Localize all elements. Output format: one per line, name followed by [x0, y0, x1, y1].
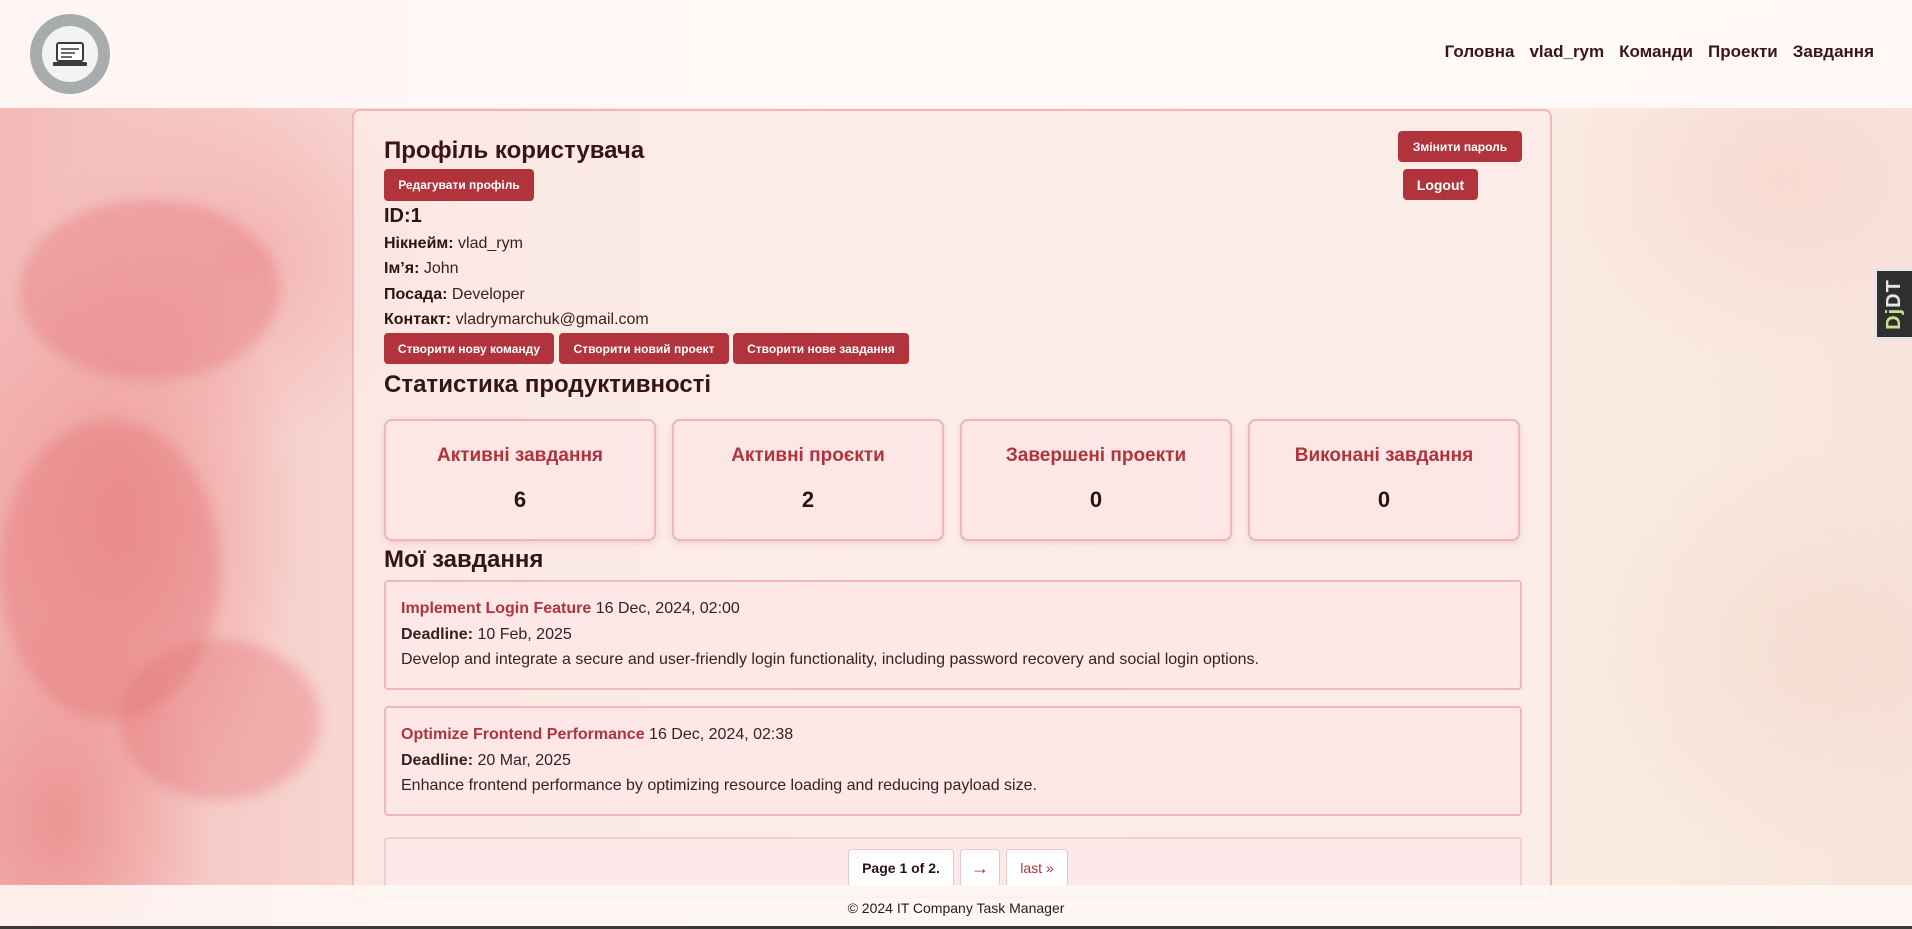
stat-card-active-tasks: Активні завдання 6 [384, 419, 656, 541]
company-logo[interactable] [30, 14, 110, 94]
logout-button[interactable]: Logout [1403, 169, 1478, 200]
field-label: Нікнейм: [384, 235, 454, 252]
page-title: Профіль користувача [384, 137, 645, 164]
main-nav: Головна vlad_rym Команди Проекти Завданн… [1445, 42, 1874, 62]
nav-teams[interactable]: Команди [1619, 42, 1693, 62]
stat-label: Виконані завдання [1294, 445, 1474, 466]
stat-card-done-tasks: Виконані завдання 0 [1248, 419, 1520, 541]
task-header: Implement Login Feature 16 Dec, 2024, 02… [401, 600, 740, 618]
profile-card: Профіль користувача Редагувати профіль З… [352, 109, 1552, 899]
debug-toolbar-handle[interactable]: DjDT [1874, 268, 1912, 340]
deadline-label: Deadline: [401, 626, 474, 643]
stat-label: Активні проєкти [731, 445, 885, 466]
page-footer: © 2024 IT Company Task Manager [0, 885, 1912, 929]
create-project-button[interactable]: Створити новий проект [559, 333, 729, 364]
field-label: Ім’я: [384, 260, 420, 277]
deadline-value: 20 Mar, 2025 [477, 752, 571, 769]
stat-card-completed-projects: Завершені проекти 0 [960, 419, 1232, 541]
stat-value: 2 [801, 487, 815, 512]
create-task-button[interactable]: Створити нове завдання [733, 333, 909, 364]
user-id: ID:1 [384, 205, 422, 227]
my-tasks-title: Мої завдання [384, 546, 544, 573]
field-label: Посада: [384, 286, 448, 303]
stat-card-active-projects: Активні проєкти 2 [672, 419, 944, 541]
footer-copyright: © 2024 IT Company Task Manager [847, 900, 1065, 916]
next-page-link[interactable]: → [960, 849, 1000, 887]
last-page-link[interactable]: last » [1006, 849, 1068, 887]
task-description: Develop and integrate a secure and user-… [401, 651, 1259, 668]
nav-projects[interactable]: Проекти [1708, 42, 1778, 62]
field-first-name: Ім’я: John [384, 260, 459, 278]
nav-home[interactable]: Головна [1445, 42, 1515, 62]
stats-title: Статистика продуктивності [384, 371, 712, 398]
stat-value: 6 [513, 487, 527, 512]
change-password-button[interactable]: Змінити пароль [1398, 131, 1522, 162]
current-page-indicator: Page 1 of 2. [848, 849, 954, 887]
task-title-link[interactable]: Implement Login Feature [401, 600, 591, 617]
field-position: Посада: Developer [384, 286, 525, 304]
nav-user-profile[interactable]: vlad_rym [1529, 42, 1604, 62]
create-team-button[interactable]: Створити нову команду [384, 333, 554, 364]
top-header: Головна vlad_rym Команди Проекти Завданн… [0, 0, 1912, 108]
debug-toolbar-label-dj: Dj [1883, 307, 1906, 330]
field-nickname: Нікнейм: vlad_rym [384, 235, 523, 253]
stat-label: Активні завдання [436, 445, 604, 466]
task-deadline: Deadline: 20 Mar, 2025 [401, 752, 571, 770]
laptop-icon [42, 26, 98, 82]
task-card: Implement Login Feature 16 Dec, 2024, 02… [384, 580, 1522, 690]
debug-toolbar-label: DjDT [1883, 279, 1906, 330]
deadline-value: 10 Feb, 2025 [477, 626, 572, 643]
task-header: Optimize Frontend Performance 16 Dec, 20… [401, 726, 793, 744]
edit-profile-button[interactable]: Редагувати профіль [384, 169, 534, 201]
stat-value: 0 [1377, 487, 1391, 512]
field-value: vladrymarchuk@gmail.com [455, 311, 649, 328]
nav-tasks[interactable]: Завдання [1793, 42, 1874, 62]
task-description: Enhance frontend performance by optimizi… [401, 777, 1037, 794]
field-label: Контакт: [384, 311, 452, 328]
task-title-link[interactable]: Optimize Frontend Performance [401, 726, 645, 743]
background-splash [20, 200, 280, 380]
stat-value: 0 [1089, 487, 1103, 512]
stat-label: Завершені проекти [1005, 445, 1187, 466]
task-created-date: 16 Dec, 2024, 02:38 [649, 726, 794, 743]
field-value: vlad_rym [458, 235, 523, 252]
background-splash [120, 640, 320, 800]
field-contact: Контакт: vladrymarchuk@gmail.com [384, 311, 649, 329]
task-deadline: Deadline: 10 Feb, 2025 [401, 626, 572, 644]
debug-toolbar-label-dt: DT [1883, 278, 1906, 308]
deadline-label: Deadline: [401, 752, 474, 769]
field-value: Developer [451, 286, 525, 303]
task-card: Optimize Frontend Performance 16 Dec, 20… [384, 706, 1522, 816]
task-created-date: 16 Dec, 2024, 02:00 [595, 600, 740, 617]
field-value: John [423, 260, 459, 277]
